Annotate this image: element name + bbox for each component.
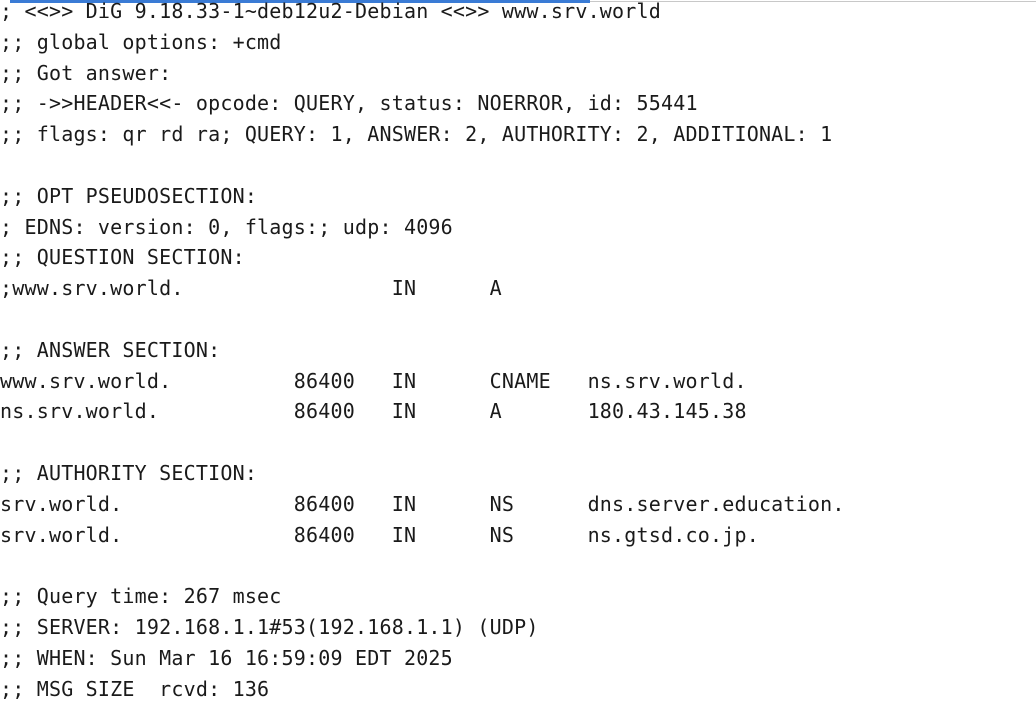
question-record: ;www.srv.world. IN A [0,276,502,301]
terminal-window: ; <<>> DiG 9.18.33-1~deb12u2-Debian <<>>… [0,0,1036,704]
edns-line: ; EDNS: version: 0, flags:; udp: 4096 [0,214,453,239]
authority-record-ns-1: srv.world. 86400 IN NS dns.server.educat… [0,491,845,516]
authority-record-ns-2: srv.world. 86400 IN NS ns.gtsd.co.jp. [0,522,759,547]
authority-section-heading: ;; AUTHORITY SECTION: [0,460,258,485]
server-line: ;; SERVER: 192.168.1.1#53(192.168.1.1) (… [0,614,539,639]
got-answer-line: ;; Got answer: [0,60,172,85]
answer-record-a: ns.srv.world. 86400 IN A 180.43.145.38 [0,399,747,424]
answer-section-heading: ;; ANSWER SECTION: [0,337,221,362]
header-line: ;; ->>HEADER<<- opcode: QUERY, status: N… [0,91,698,116]
when-line: ;; WHEN: Sun Mar 16 16:59:09 EDT 2025 [0,645,453,670]
dig-banner-line: ; <<>> DiG 9.18.33-1~deb12u2-Debian <<>>… [0,0,662,23]
question-section-heading: ;; QUESTION SECTION: [0,245,245,270]
answer-record-cname: www.srv.world. 86400 IN CNAME ns.srv.wor… [0,368,747,393]
flags-line: ;; flags: qr rd ra; QUERY: 1, ANSWER: 2,… [0,122,833,147]
terminal-output[interactable]: ; <<>> DiG 9.18.33-1~deb12u2-Debian <<>>… [0,0,845,704]
global-options-line: ;; global options: +cmd [0,29,282,54]
query-time-line: ;; Query time: 267 msec [0,584,282,609]
opt-pseudosection-heading: ;; OPT PSEUDOSECTION: [0,183,258,208]
msg-size-line: ;; MSG SIZE rcvd: 136 [0,676,270,701]
